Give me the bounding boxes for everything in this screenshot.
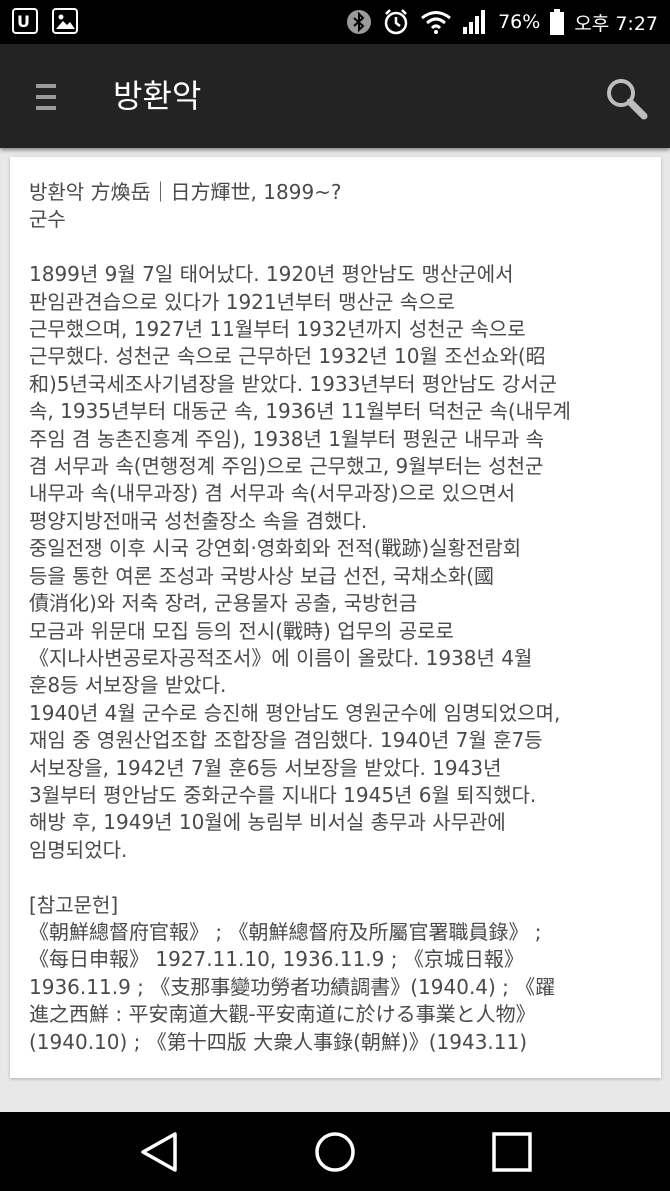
text-line: 《지나사변공로자공적조서》에 이름이 올랐다. 1938년 4월	[29, 645, 533, 670]
text-line: 임명되었다.	[29, 837, 128, 862]
status-bar: U 76% 오후 7:27	[0, 0, 670, 44]
text-line: 판임관견습으로 있다가 1921년부터 맹산군 속으로	[29, 289, 455, 314]
text-line: 등을 통한 여론 조성과 국방사상 보급 선전, 국채소화(國	[29, 563, 495, 588]
battery-icon	[550, 9, 565, 35]
text-line: 재임 중 영원산업조합 조합장을 겸임했다. 1940년 7월 훈7등	[29, 728, 543, 753]
article-body: 1899년 9월 7일 태어났다. 1920년 평안남도 맹산군에서 판임관견습…	[29, 262, 571, 862]
recents-icon[interactable]	[490, 1130, 534, 1174]
text-line: 겸 서무과 속(면행정계 주임)으로 근무했고, 9월부터는 성천군	[29, 454, 544, 479]
text-line: 내무과 속(내무과장) 겸 서무과 속(서무과장)으로 있으면서	[29, 481, 516, 506]
hamburger-menu-icon[interactable]	[36, 84, 56, 110]
article-card: 방환악 方煥岳｜日方輝世, 1899~? 군수 1899년 9월 7일 태어났다…	[10, 157, 661, 1078]
gallery-icon	[52, 8, 78, 34]
wifi-icon	[421, 11, 452, 34]
article-text: 방환악 方煥岳｜日方輝世, 1899~? 군수 1899년 9월 7일 태어났다…	[29, 179, 649, 1056]
uplus-icon: U	[12, 8, 38, 34]
app-bar: 방환악	[0, 44, 670, 148]
clock: 오후 7:27	[574, 12, 658, 35]
svg-text:U: U	[17, 12, 30, 31]
text-line: 근무했다. 성천군 속으로 근무하던 1932년 10월 조선쇼와(昭	[29, 344, 546, 369]
text-line: 《朝鮮總督府官報》 ; 《朝鮮總督府及所屬官署職員錄》 ;	[29, 919, 542, 944]
text-line: 모금과 위문대 모집 등의 전시(戰時) 업무의 공로로	[29, 618, 454, 643]
article-position: 군수	[29, 207, 66, 232]
text-line: 進之西鮮 : 平安南道大觀-平安南道に於ける事業と人物》	[29, 1002, 536, 1027]
text-line: 근무했으며, 1927년 11월부터 1932년까지 성천군 속으로	[29, 317, 526, 342]
text-line: 주임 겸 농촌진흥계 주임), 1938년 1월부터 평원군 내무과 속	[29, 426, 545, 451]
text-line: 해방 후, 1949년 10월에 농림부 비서실 총무과 사무관에	[29, 810, 506, 835]
text-line: 1899년 9월 7일 태어났다. 1920년 평안남도 맹산군에서	[29, 262, 514, 287]
references-heading: [참고문헌]	[29, 892, 119, 917]
bluetooth-icon	[347, 10, 372, 34]
text-line: 서보장을, 1942년 7월 훈6등 서보장을 받았다. 1943년	[29, 755, 502, 780]
text-line: 중일전쟁 이후 시국 강연회·영화회와 전적(戰跡)실황전람회	[29, 536, 522, 561]
article-header: 방환악 方煥岳｜日方輝世, 1899~?	[29, 180, 342, 204]
text-line: 속, 1935년부터 대동군 속, 1936년 11월부터 덕천군 속(내무계	[29, 399, 571, 424]
navigation-bar	[0, 1112, 670, 1191]
alarm-icon	[384, 9, 408, 35]
references-list: 《朝鮮總督府官報》 ; 《朝鮮總督府及所屬官署職員錄》 ; 《每日申報》 192…	[29, 920, 555, 1054]
text-line: 훈8등 서보장을 받았다.	[29, 673, 227, 698]
text-line: 평양지방전매국 성천출장소 속을 겸했다.	[29, 508, 368, 533]
text-line: 1940년 4월 군수로 승진해 평안남도 영원군수에 임명되었으며,	[29, 700, 561, 725]
back-icon[interactable]	[137, 1130, 181, 1174]
signal-icon	[463, 10, 486, 34]
text-line: 和)5년국세조사기념장을 받았다. 1933년부터 평안남도 강서군	[29, 371, 558, 396]
battery-percent: 76%	[498, 11, 541, 33]
text-line: 3월부터 평안남도 중화군수를 지내다 1945년 6월 퇴직했다.	[29, 782, 537, 807]
text-line: 債消化)와 저축 장려, 군용물자 공출, 국방헌금	[29, 591, 418, 616]
home-icon[interactable]	[313, 1130, 357, 1174]
search-icon[interactable]	[604, 76, 648, 120]
text-line: 1936.11.9 ; 《支那事變功勞者功績調書》(1940.4) ; 《躍	[29, 974, 556, 999]
text-line: 《每日申報》 1927.11.10, 1936.11.9 ; 《京城日報》	[29, 947, 524, 972]
page-title: 방환악	[113, 77, 202, 115]
text-line: (1940.10) ; 《第十四版 大衆人事錄(朝鮮)》(1943.11)	[29, 1029, 528, 1054]
